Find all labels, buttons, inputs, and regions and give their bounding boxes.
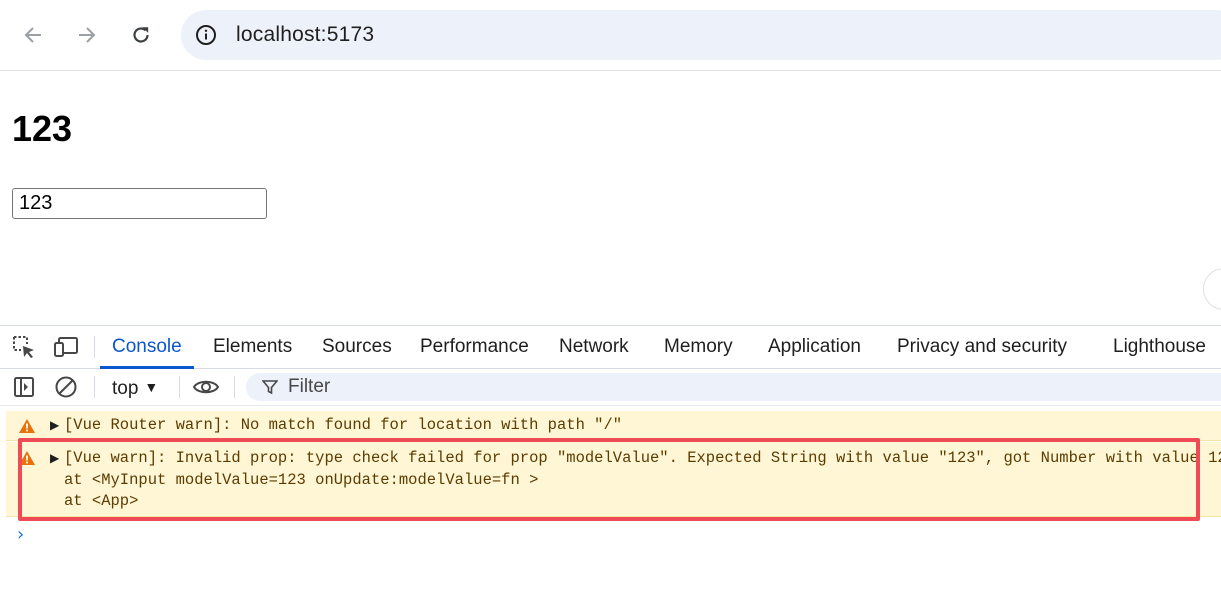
console-filter-input[interactable]: Filter <box>246 373 1221 401</box>
page-heading: 123 <box>12 108 73 149</box>
tab-sources[interactable]: Sources <box>322 326 392 368</box>
context-selector[interactable]: top ▼ <box>112 373 158 401</box>
expand-triangle-icon[interactable]: ▶ <box>50 418 59 432</box>
sidebar-icon <box>14 377 34 397</box>
dropdown-arrow-icon: ▼ <box>144 379 159 395</box>
back-button[interactable] <box>15 17 51 53</box>
show-sidebar-button[interactable] <box>10 373 38 401</box>
console-message-warning[interactable]: ▶ [Vue Router warn]: No match found for … <box>6 411 1221 441</box>
device-icon <box>54 337 78 357</box>
tab-privacy-and-security[interactable]: Privacy and security <box>897 326 1067 368</box>
toolbar-divider <box>94 336 95 358</box>
filter-placeholder: Filter <box>288 376 331 397</box>
tab-console[interactable]: Console <box>100 326 194 369</box>
text-input[interactable] <box>12 188 267 219</box>
clear-console-button[interactable] <box>52 373 80 401</box>
side-panel-handle[interactable] <box>1203 268 1221 310</box>
red-highlight-box <box>18 438 1200 521</box>
forward-button[interactable] <box>69 17 105 53</box>
toolbar-divider <box>234 376 235 398</box>
console-toolbar: top ▼ Filter <box>0 369 1221 406</box>
live-expression-button[interactable] <box>192 373 220 401</box>
console-prompt-chevron-icon[interactable]: › <box>17 524 24 545</box>
warning-icon <box>19 419 35 433</box>
toolbar-divider <box>94 376 95 398</box>
address-bar[interactable]: localhost:5173 <box>181 10 1221 60</box>
filter-icon <box>262 380 278 395</box>
url-text[interactable]: localhost:5173 <box>236 23 374 47</box>
tab-performance[interactable]: Performance <box>420 326 529 368</box>
console-message-text: [Vue Router warn]: No match found for lo… <box>64 416 623 434</box>
inspect-icon <box>13 336 34 358</box>
arrow-left-icon <box>24 27 41 43</box>
inspect-element-button[interactable] <box>10 333 38 361</box>
tab-memory[interactable]: Memory <box>664 326 733 368</box>
context-selector-label: top <box>112 378 139 399</box>
device-toolbar-button[interactable] <box>52 333 80 361</box>
clear-icon <box>55 376 77 398</box>
tab-application[interactable]: Application <box>768 326 861 368</box>
browser-toolbar: localhost:5173 <box>0 0 1221 71</box>
tab-lighthouse[interactable]: Lighthouse <box>1113 326 1206 368</box>
tab-network[interactable]: Network <box>559 326 629 368</box>
arrow-right-icon <box>79 27 96 43</box>
tab-elements[interactable]: Elements <box>213 326 292 368</box>
devtools-tab-bar: Console Elements Sources Performance Net… <box>0 326 1221 369</box>
reload-button[interactable] <box>123 17 159 53</box>
toolbar-divider <box>179 376 180 398</box>
info-icon[interactable] <box>195 24 217 46</box>
reload-icon <box>133 27 149 43</box>
eye-icon <box>192 380 220 394</box>
